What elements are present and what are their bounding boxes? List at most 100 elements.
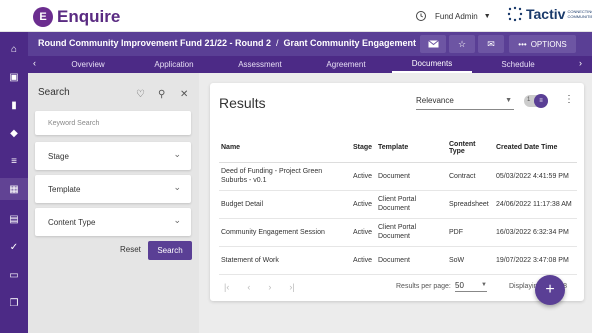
chevron-left-icon[interactable]: ‹ bbox=[33, 58, 36, 68]
tactiv-tagline: CONNECTING COMMUNITIES bbox=[567, 9, 592, 19]
cell-stage: Active bbox=[351, 218, 376, 247]
template-filter[interactable]: Template ⌄ bbox=[35, 175, 191, 203]
column-header-content-type[interactable]: Content Type bbox=[447, 134, 494, 163]
tab-documents[interactable]: Documents bbox=[392, 56, 472, 73]
pagination: |‹ ‹ › ›| bbox=[224, 282, 295, 292]
tab-application[interactable]: Application bbox=[134, 56, 214, 73]
column-header-created[interactable]: Created Date Time bbox=[494, 134, 577, 163]
tab-overview[interactable]: Overview bbox=[48, 56, 128, 73]
cell-created: 05/03/2022 4:41:59 PM bbox=[494, 162, 577, 191]
column-header-name[interactable]: Name bbox=[219, 134, 351, 163]
reset-button[interactable]: Reset bbox=[120, 245, 141, 254]
options-button[interactable]: ••• OPTIONS bbox=[509, 35, 576, 53]
cell-content-type: Contract bbox=[447, 162, 494, 191]
cell-stage: Active bbox=[351, 190, 376, 219]
column-header-template[interactable]: Template bbox=[376, 134, 447, 163]
cell-created: 16/03/2022 6:32:34 PM bbox=[494, 218, 577, 247]
chat-button[interactable]: ✉ bbox=[478, 35, 504, 53]
heart-icon[interactable]: ♡ bbox=[136, 89, 145, 100]
table-row[interactable]: Deed of Funding - Project Green Suburbs … bbox=[219, 162, 577, 191]
last-page-icon[interactable]: ›| bbox=[289, 282, 294, 292]
tab-assessment[interactable]: Assessment bbox=[220, 56, 300, 73]
enquire-logo[interactable]: E Enquire bbox=[33, 7, 120, 27]
next-page-icon[interactable]: › bbox=[268, 282, 271, 292]
tactiv-mark-icon bbox=[507, 6, 523, 22]
inbox-icon[interactable]: ▣ bbox=[7, 70, 21, 84]
previous-page-icon[interactable]: ‹ bbox=[247, 282, 250, 292]
sort-select[interactable]: Relevance ▼ bbox=[416, 94, 514, 110]
column-header-stage[interactable]: Stage bbox=[351, 134, 376, 163]
caret-down-icon: ▼ bbox=[505, 97, 512, 104]
table-header-row: Name Stage Template Content Type Created… bbox=[219, 134, 577, 163]
document-icon[interactable]: ▤ bbox=[7, 212, 21, 226]
content-type-filter[interactable]: Content Type ⌄ bbox=[35, 208, 191, 236]
sort-icon: ≡ bbox=[534, 94, 548, 108]
cell-name[interactable]: Deed of Funding - Project Green Suburbs … bbox=[219, 162, 351, 191]
keyword-search-input[interactable]: Keyword Search bbox=[35, 111, 191, 135]
first-page-icon[interactable]: |‹ bbox=[224, 282, 229, 292]
results-table: Name Stage Template Content Type Created… bbox=[219, 134, 577, 275]
chat-icon: ✉ bbox=[487, 38, 495, 49]
sort-value: Relevance bbox=[416, 96, 454, 105]
results-card: Results Relevance ▼ 1 ≡ ⋮ Name Stage Tem… bbox=[210, 83, 584, 301]
grid-icon[interactable]: ▦ bbox=[0, 178, 28, 200]
tactiv-logo: Tactiv CONNECTING COMMUNITIES bbox=[507, 6, 592, 22]
stage-filter-label: Stage bbox=[48, 152, 69, 161]
list-icon[interactable]: ≡ bbox=[7, 154, 21, 168]
more-vertical-icon[interactable]: ⋮ bbox=[564, 94, 574, 105]
results-per-page-value: 50 bbox=[455, 281, 464, 290]
cell-name[interactable]: Statement of Work bbox=[219, 246, 351, 275]
tab-bar: ‹ Overview Application Assessment Agreem… bbox=[28, 56, 592, 73]
user-name: Fund Admin bbox=[435, 11, 478, 21]
chevron-down-icon: ⌄ bbox=[173, 182, 181, 192]
chevron-right-icon[interactable]: › bbox=[579, 58, 582, 68]
stage-filter[interactable]: Stage ⌄ bbox=[35, 142, 191, 170]
history-icon bbox=[416, 11, 426, 21]
app-window: E Enquire Fund Admin ▼ Tactiv CONNECTING… bbox=[0, 0, 592, 333]
cell-created: 24/06/2022 11:17:38 AM bbox=[494, 190, 577, 219]
tab-agreement[interactable]: Agreement bbox=[306, 56, 386, 73]
add-button[interactable]: + bbox=[535, 275, 565, 305]
template-filter-label: Template bbox=[48, 185, 81, 194]
search-button[interactable]: Search bbox=[148, 241, 192, 260]
breadcrumb-fund[interactable]: Round Community Improvement Fund 21/22 -… bbox=[38, 38, 271, 48]
card-icon[interactable]: ▭ bbox=[7, 268, 21, 282]
layers-icon[interactable]: ◆ bbox=[7, 126, 21, 140]
cell-template: Client Portal Document bbox=[376, 190, 447, 219]
cell-name[interactable]: Community Engagement Session bbox=[219, 218, 351, 247]
copy-icon[interactable]: ❐ bbox=[7, 296, 21, 310]
caret-down-icon: ▼ bbox=[483, 12, 491, 20]
close-icon[interactable]: ✕ bbox=[180, 89, 188, 100]
table-row[interactable]: Statement of Work Active Document SoW 19… bbox=[219, 246, 577, 275]
logo-text: Enquire bbox=[57, 7, 121, 26]
results-per-page-label: Results per page: bbox=[396, 283, 451, 290]
caret-down-icon: ▼ bbox=[481, 282, 487, 288]
user-search-icon[interactable]: ⚲ bbox=[158, 89, 165, 100]
check-icon[interactable]: ✓ bbox=[7, 240, 21, 254]
cell-name[interactable]: Budget Detail bbox=[219, 190, 351, 219]
chevron-down-icon: ⌄ bbox=[173, 149, 181, 159]
cell-created: 19/07/2022 3:47:08 PM bbox=[494, 246, 577, 275]
tab-schedule[interactable]: Schedule bbox=[478, 56, 558, 73]
left-nav: ⌂ ▣ ▮ ◆ ≡ ▦ ▤ ✓ ▭ ❐ bbox=[0, 32, 28, 333]
results-title: Results bbox=[219, 95, 266, 111]
more-horizontal-icon: ••• bbox=[518, 39, 527, 49]
content-type-filter-label: Content Type bbox=[48, 218, 96, 227]
bookmark-icon[interactable]: ▮ bbox=[7, 98, 21, 112]
favourite-button[interactable]: ☆ bbox=[449, 35, 475, 53]
home-icon[interactable]: ⌂ bbox=[7, 42, 21, 56]
breadcrumb: Round Community Improvement Fund 21/22 -… bbox=[38, 38, 416, 48]
results-per-page-select[interactable]: 50 ▼ bbox=[455, 279, 487, 292]
breadcrumb-current: Grant Community Engagement bbox=[283, 38, 417, 48]
table-row[interactable]: Community Engagement Session Active Clie… bbox=[219, 218, 577, 247]
cell-stage: Active bbox=[351, 162, 376, 191]
options-label: OPTIONS bbox=[530, 39, 567, 49]
search-panel-title: Search bbox=[38, 87, 70, 98]
user-menu[interactable]: Fund Admin ▼ bbox=[415, 10, 491, 22]
sort-direction-toggle[interactable]: 1 ≡ bbox=[524, 94, 548, 108]
email-icon bbox=[427, 40, 439, 48]
top-bar: E Enquire Fund Admin ▼ Tactiv CONNECTING… bbox=[0, 0, 592, 32]
tactiv-name: Tactiv bbox=[526, 6, 566, 22]
table-row[interactable]: Budget Detail Active Client Portal Docum… bbox=[219, 190, 577, 219]
email-button[interactable] bbox=[420, 35, 446, 53]
